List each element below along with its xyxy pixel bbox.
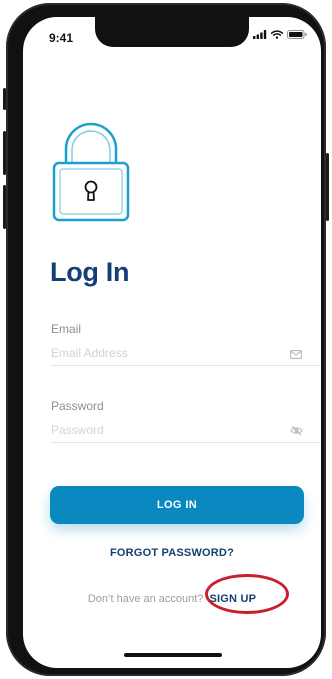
notch	[95, 17, 249, 47]
app-screen: 9:41 Log In Email Email Address Password…	[23, 17, 321, 668]
login-button[interactable]: LOG IN	[50, 486, 304, 524]
email-field[interactable]	[51, 341, 321, 366]
battery-icon	[287, 30, 307, 39]
signal-icon	[253, 30, 267, 39]
signup-link[interactable]: SIGN UP	[210, 593, 257, 605]
phone-frame: 9:41 Log In Email Email Address Password…	[3, 3, 329, 676]
volume-down-button	[3, 185, 6, 229]
signup-prompt: Don’t have an account?	[87, 593, 204, 605]
wifi-icon	[271, 30, 283, 39]
power-button	[326, 153, 329, 221]
envelope-icon	[290, 350, 302, 359]
password-label: Password	[51, 399, 104, 413]
email-label: Email	[51, 322, 82, 336]
home-indicator	[124, 653, 222, 657]
eye-off-icon[interactable]	[290, 425, 303, 436]
page-title: Log In	[50, 257, 130, 287]
mute-switch	[3, 88, 6, 110]
forgot-password-link[interactable]: FORGOT PASSWORD?	[23, 547, 321, 559]
status-time: 9:41	[49, 31, 74, 45]
lock-icon	[52, 122, 130, 222]
status-icons	[253, 30, 307, 39]
volume-up-button	[3, 131, 6, 175]
signup-row: Don’t have an account? SIGN UP	[23, 593, 321, 605]
password-field[interactable]	[51, 418, 321, 443]
